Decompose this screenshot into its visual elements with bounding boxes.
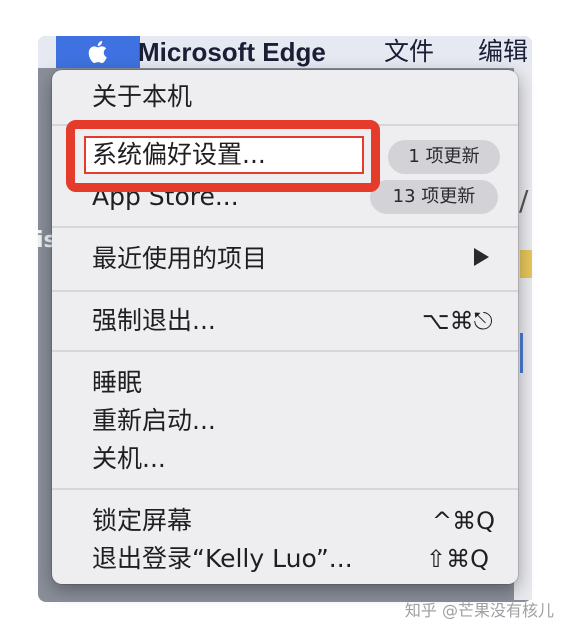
menubar-file[interactable]: 文件 bbox=[384, 36, 434, 68]
menu-item-restart[interactable]: 重新启动... bbox=[92, 404, 216, 438]
background-text-right: / bbox=[519, 184, 529, 217]
logout-shortcut: ⇧⌘Q bbox=[426, 545, 489, 573]
app-store-update-badge: 13 项更新 bbox=[370, 180, 498, 214]
menu-separator bbox=[52, 226, 518, 228]
menu-item-logout[interactable]: 退出登录“Kelly Luo”... bbox=[92, 542, 353, 576]
watermark: 知乎 @芒果没有核儿 bbox=[404, 601, 554, 620]
menu-item-about[interactable]: 关于本机 bbox=[92, 80, 192, 114]
menu-item-recent-items[interactable]: 最近使用的项目 bbox=[92, 242, 267, 276]
force-quit-shortcut: ⌥⌘⎋ bbox=[422, 307, 493, 335]
menubar-app-name[interactable]: Microsoft Edge bbox=[138, 36, 326, 68]
menu-item-force-quit[interactable]: 强制退出... bbox=[92, 304, 216, 338]
menubar-edit[interactable]: 编辑 bbox=[478, 36, 528, 68]
background-folder-icon bbox=[520, 250, 532, 278]
annotation-inner-box: 系统偏好设置... bbox=[84, 136, 364, 174]
submenu-arrow-icon bbox=[474, 248, 489, 266]
system-prefs-update-badge: 1 项更新 bbox=[388, 140, 500, 174]
menu-separator bbox=[52, 488, 518, 490]
menu-bar: Microsoft Edge 文件 编辑 bbox=[38, 36, 532, 68]
menu-item-sleep[interactable]: 睡眠 bbox=[92, 366, 142, 400]
apple-menu-button[interactable] bbox=[56, 36, 140, 68]
menu-item-shutdown[interactable]: 关机... bbox=[92, 442, 166, 476]
screenshot-stage: / is Microsoft Edge 文件 编辑 关于本机 系统偏好设置...… bbox=[0, 0, 568, 634]
menu-separator bbox=[52, 290, 518, 292]
background-selection-bar bbox=[520, 333, 523, 373]
lock-screen-shortcut: ^⌘Q bbox=[432, 507, 495, 535]
highlighted-system-preferences-label[interactable]: 系统偏好设置... bbox=[92, 138, 266, 172]
apple-logo-icon bbox=[88, 41, 107, 64]
menu-item-lock-screen[interactable]: 锁定屏幕 bbox=[92, 504, 192, 538]
menu-separator bbox=[52, 350, 518, 352]
